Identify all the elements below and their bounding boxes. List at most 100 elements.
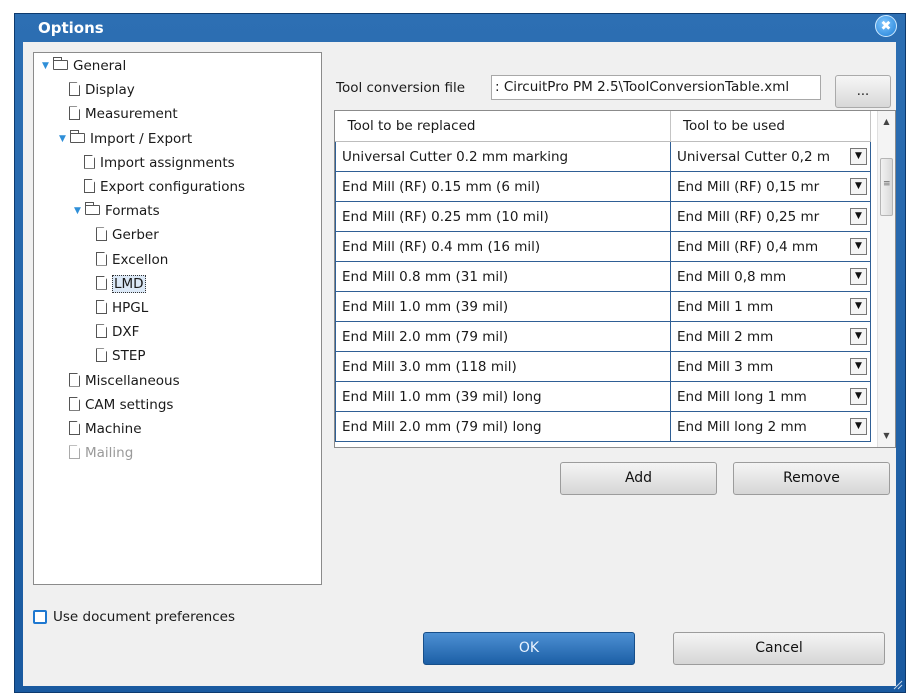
dropdown-arrow-icon[interactable]: ▼: [850, 388, 867, 405]
table-row[interactable]: Universal Cutter 0.2 mm marking Universal…: [335, 141, 871, 172]
remove-button[interactable]: Remove: [733, 462, 890, 495]
dialog-content: ▼ General Display Measurement ▼ Import / Expo…: [23, 42, 896, 686]
tool-to-be-used-combobox[interactable]: End Mill (RF) 0,15 mr ▼: [670, 171, 871, 202]
add-button[interactable]: Add: [560, 462, 717, 495]
tool-conversion-file-input[interactable]: : CircuitPro PM 2.5\ToolConversionTable.…: [491, 75, 821, 100]
tree-item-import-export[interactable]: ▼ Import / Export: [59, 128, 192, 150]
tree-item-export-configurations[interactable]: Export configurations: [84, 176, 245, 198]
cancel-button[interactable]: Cancel: [673, 632, 885, 665]
tool-to-be-used-combobox[interactable]: End Mill 2 mm ▼: [670, 321, 871, 352]
tool-conversion-grid: Tool to be replaced Tool to be used Univ…: [334, 110, 896, 448]
table-row[interactable]: End Mill (RF) 0.15 mm (6 mil) End Mill (R…: [335, 171, 871, 202]
table-row[interactable]: End Mill 3.0 mm (118 mil) End Mill 3 mm ▼: [335, 351, 871, 382]
tree-item-machine[interactable]: Machine: [69, 418, 142, 440]
tree-item-hpgl[interactable]: HPGL: [96, 297, 148, 319]
tool-to-be-used-value: End Mill 0,8 mm: [677, 268, 787, 285]
dropdown-arrow-icon[interactable]: ▼: [850, 208, 867, 225]
ok-button[interactable]: OK: [423, 632, 635, 665]
table-row[interactable]: End Mill (RF) 0.25 mm (10 mil) End Mill (…: [335, 201, 871, 232]
resize-grip-icon[interactable]: [893, 680, 903, 690]
dropdown-arrow-icon[interactable]: ▼: [850, 298, 867, 315]
tree-item-general[interactable]: ▼ General: [42, 55, 126, 77]
table-row[interactable]: End Mill (RF) 0.4 mm (16 mil) End Mill (R…: [335, 231, 871, 262]
tool-to-be-used-combobox[interactable]: End Mill 3 mm ▼: [670, 351, 871, 382]
tool-to-be-replaced-cell[interactable]: End Mill (RF) 0.25 mm (10 mil): [335, 201, 671, 232]
tool-to-be-replaced-cell[interactable]: End Mill 1.0 mm (39 mil): [335, 291, 671, 322]
dropdown-arrow-icon[interactable]: ▼: [850, 418, 867, 435]
tool-to-be-used-combobox[interactable]: End Mill 0,8 mm ▼: [670, 261, 871, 292]
table-row[interactable]: End Mill 1.0 mm (39 mil) long End Mill lo…: [335, 381, 871, 412]
tree-item-formats[interactable]: ▼ Formats: [74, 200, 160, 222]
document-icon: [84, 154, 95, 169]
table-row[interactable]: End Mill 2.0 mm (79 mil) End Mill 2 mm ▼: [335, 321, 871, 352]
tool-to-be-used-combobox[interactable]: End Mill long 2 mm ▼: [670, 411, 871, 442]
tool-to-be-replaced-cell[interactable]: End Mill (RF) 0.4 mm (16 mil): [335, 231, 671, 262]
tree-item-dxf[interactable]: DXF: [96, 321, 139, 343]
document-icon: [96, 275, 107, 290]
column-header-tool-to-be-used[interactable]: Tool to be used: [670, 111, 871, 142]
tree-item-cam-settings[interactable]: CAM settings: [69, 394, 173, 416]
use-document-preferences[interactable]: Use document preferences: [33, 607, 235, 627]
scroll-down-icon[interactable]: ▼: [878, 427, 895, 445]
table-row[interactable]: End Mill 0.8 mm (31 mil) End Mill 0,8 mm ▼: [335, 261, 871, 292]
tree-item-gerber[interactable]: Gerber: [96, 224, 159, 246]
tree-item-label: DXF: [112, 324, 140, 341]
tool-to-be-used-value: End Mill 3 mm: [677, 358, 774, 375]
tool-to-be-replaced-cell[interactable]: Universal Cutter 0.2 mm marking: [335, 141, 671, 172]
tool-to-be-used-value: End Mill long 2 mm: [677, 418, 807, 435]
tool-to-be-used-combobox[interactable]: End Mill long 1 mm ▼: [670, 381, 871, 412]
use-document-preferences-checkbox[interactable]: [33, 610, 47, 624]
tree-item-label: CAM settings: [85, 396, 174, 413]
tree-item-excellon[interactable]: Excellon: [96, 249, 168, 271]
tool-to-be-replaced-cell[interactable]: End Mill 2.0 mm (79 mil): [335, 321, 671, 352]
document-icon: [69, 445, 80, 460]
table-row[interactable]: End Mill 1.0 mm (39 mil) End Mill 1 mm ▼: [335, 291, 871, 322]
tool-to-be-used-value: End Mill (RF) 0,25 mr: [677, 208, 820, 225]
tool-to-be-used-value: End Mill 2 mm: [677, 328, 774, 345]
dropdown-arrow-icon[interactable]: ▼: [850, 238, 867, 255]
tree-item-display[interactable]: Display: [69, 79, 135, 101]
tree-item-miscellaneous[interactable]: Miscellaneous: [69, 370, 180, 392]
tree-item-lmd[interactable]: LMD: [96, 273, 146, 295]
tree-item-step[interactable]: STEP: [96, 345, 146, 367]
tool-conversion-file-label: Tool conversion file: [336, 80, 466, 96]
close-button[interactable]: ✖: [875, 15, 897, 37]
tool-to-be-used-combobox[interactable]: End Mill (RF) 0,4 mm ▼: [670, 231, 871, 262]
tree-item-label: Import assignments: [100, 154, 235, 171]
tree-item-label: Display: [85, 82, 135, 99]
tree-item-mailing[interactable]: Mailing: [69, 442, 133, 464]
expand-arrow-icon[interactable]: ▼: [74, 200, 84, 222]
document-icon: [69, 82, 80, 97]
use-document-preferences-label: Use document preferences: [53, 609, 235, 625]
dropdown-arrow-icon[interactable]: ▼: [850, 268, 867, 285]
tool-to-be-replaced-cell[interactable]: End Mill 1.0 mm (39 mil) long: [335, 381, 671, 412]
tree-item-measurement[interactable]: Measurement: [69, 103, 178, 125]
tool-to-be-used-combobox[interactable]: Universal Cutter 0,2 m ▼: [670, 141, 871, 172]
title-bar[interactable]: Options ✖: [15, 14, 905, 42]
tool-to-be-replaced-cell[interactable]: End Mill 3.0 mm (118 mil): [335, 351, 671, 382]
tree-item-label: Export configurations: [100, 179, 246, 195]
column-header-tool-to-be-replaced[interactable]: Tool to be replaced: [335, 111, 671, 142]
tool-to-be-replaced-cell[interactable]: End Mill 2.0 mm (79 mil) long: [335, 411, 671, 442]
tool-to-be-used-combobox[interactable]: End Mill (RF) 0,25 mr ▼: [670, 201, 871, 232]
scroll-thumb[interactable]: [880, 158, 893, 216]
dropdown-arrow-icon[interactable]: ▼: [850, 328, 867, 345]
document-icon: [96, 324, 107, 339]
tool-to-be-used-combobox[interactable]: End Mill 1 mm ▼: [670, 291, 871, 322]
tool-to-be-replaced-cell[interactable]: End Mill (RF) 0.15 mm (6 mil): [335, 171, 671, 202]
tree-item-label: STEP: [112, 348, 146, 365]
dropdown-arrow-icon[interactable]: ▼: [850, 178, 867, 195]
folder-icon: [70, 129, 85, 143]
table-row[interactable]: End Mill 2.0 mm (79 mil) long End Mill lo…: [335, 411, 871, 442]
scroll-up-icon[interactable]: ▲: [878, 113, 895, 131]
expand-arrow-icon[interactable]: ▼: [59, 128, 69, 150]
tree-item-label: General: [73, 58, 127, 74]
dropdown-arrow-icon[interactable]: ▼: [850, 358, 867, 375]
options-tree: ▼ General Display Measurement ▼ Import / Expo…: [33, 52, 322, 585]
browse-button[interactable]: ...: [835, 75, 891, 108]
grid-vertical-scrollbar[interactable]: ▲ ▼: [877, 111, 895, 447]
expand-arrow-icon[interactable]: ▼: [42, 55, 52, 77]
tool-to-be-replaced-cell[interactable]: End Mill 0.8 mm (31 mil): [335, 261, 671, 292]
tree-item-import-assignments[interactable]: Import assignments: [84, 152, 235, 174]
dropdown-arrow-icon[interactable]: ▼: [850, 148, 867, 165]
